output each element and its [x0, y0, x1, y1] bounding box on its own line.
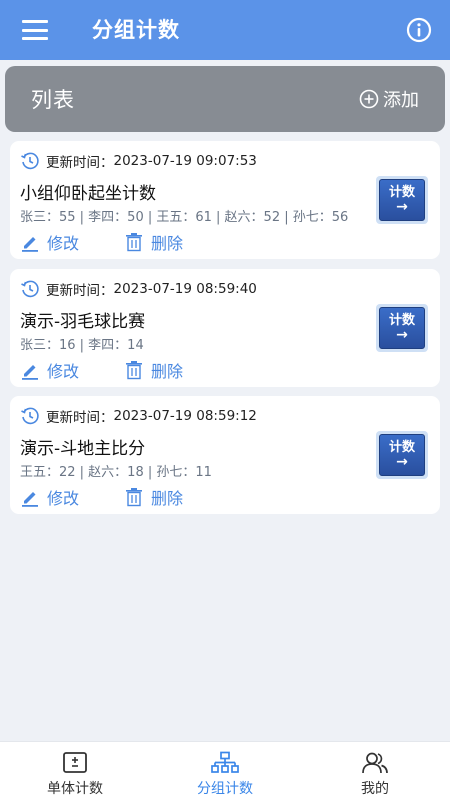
add-button[interactable]: 添加: [359, 86, 419, 112]
menu-icon[interactable]: [22, 20, 48, 40]
delete-button[interactable]: 删除: [124, 485, 183, 509]
edit-button[interactable]: 修改: [20, 230, 124, 254]
edit-pencil-icon: [22, 237, 38, 252]
count-label: 计数: [388, 440, 415, 455]
count-button[interactable]: 计数 →: [376, 304, 428, 352]
nav-item-group-count[interactable]: 分组计数: [150, 742, 300, 800]
history-clock-icon: [21, 280, 39, 298]
history-clock-icon: [21, 152, 39, 170]
nav-label: 单体计数: [47, 781, 103, 797]
update-time-row: 更新时间： 2023-07-19 08:59:12: [20, 405, 257, 427]
card-scores: 张三：55 | 李四：50 | 王五：61 | 赵六：52 | 孙七：56: [20, 210, 349, 225]
edit-pencil-icon: [22, 365, 38, 380]
count-button[interactable]: 计数 →: [376, 176, 428, 224]
single-counter-icon: [63, 752, 87, 773]
nav-label: 分组计数: [197, 781, 253, 797]
update-time-row: 更新时间： 2023-07-19 09:07:53: [20, 150, 257, 172]
add-label: 添加: [383, 90, 419, 111]
nav-label: 我的: [361, 781, 389, 797]
delete-label: 删除: [151, 489, 184, 508]
delete-button[interactable]: 删除: [124, 230, 183, 254]
nav-item-mine[interactable]: 我的: [300, 742, 450, 800]
arrow-right-icon: →: [396, 454, 408, 470]
trash-icon: [126, 361, 142, 380]
top-app-bar: 分组计数: [0, 0, 450, 60]
update-time-value: 2023-07-19 09:07:53: [113, 153, 257, 169]
trash-icon: [126, 233, 142, 252]
update-time-label: 更新时间：: [46, 410, 114, 426]
list-title: 列表: [31, 88, 75, 112]
bottom-navigation: 单体计数 分组计数 我的: [0, 741, 450, 800]
edit-label: 修改: [47, 489, 80, 508]
count-label: 计数: [388, 185, 415, 200]
delete-button[interactable]: 删除: [124, 358, 183, 382]
count-label: 计数: [388, 313, 415, 328]
user-icon: [362, 752, 388, 774]
card-scores: 王五：22 | 赵六：18 | 孙七：11: [20, 465, 212, 480]
update-time-value: 2023-07-19 08:59:12: [113, 408, 257, 424]
delete-label: 删除: [151, 234, 184, 253]
nav-item-single-count[interactable]: 单体计数: [0, 742, 150, 800]
edit-label: 修改: [47, 362, 80, 381]
update-time-label: 更新时间：: [46, 283, 114, 299]
card-title: 小组仰卧起坐计数: [20, 184, 156, 204]
update-time-label: 更新时间：: [46, 155, 114, 171]
group-tree-icon: [211, 751, 239, 773]
group-card[interactable]: 更新时间： 2023-07-19 08:59:40 演示-羽毛球比赛 张三：16…: [10, 269, 440, 387]
card-title: 演示-斗地主比分: [20, 439, 146, 459]
card-scores: 张三：16 | 李四：14: [20, 338, 144, 353]
update-time-row: 更新时间： 2023-07-19 08:59:40: [20, 278, 257, 300]
page-title: 分组计数: [92, 18, 180, 42]
group-card[interactable]: 更新时间： 2023-07-19 08:59:12 演示-斗地主比分 王五：22…: [10, 396, 440, 514]
plus-circle-icon: [359, 89, 379, 109]
history-clock-icon: [21, 407, 39, 425]
delete-label: 删除: [151, 362, 184, 381]
card-title: 演示-羽毛球比赛: [20, 312, 146, 332]
edit-label: 修改: [47, 234, 80, 253]
update-time-value: 2023-07-19 08:59:40: [113, 281, 257, 297]
edit-button[interactable]: 修改: [20, 485, 124, 509]
edit-pencil-icon: [22, 492, 38, 507]
arrow-right-icon: →: [396, 327, 408, 343]
arrow-right-icon: →: [396, 199, 408, 215]
count-button[interactable]: 计数 →: [376, 431, 428, 479]
group-card[interactable]: 更新时间： 2023-07-19 09:07:53 小组仰卧起坐计数 张三：55…: [10, 141, 440, 259]
list-header: 列表 添加: [5, 66, 445, 132]
info-icon[interactable]: [406, 17, 432, 43]
edit-button[interactable]: 修改: [20, 358, 124, 382]
trash-icon: [126, 488, 142, 507]
